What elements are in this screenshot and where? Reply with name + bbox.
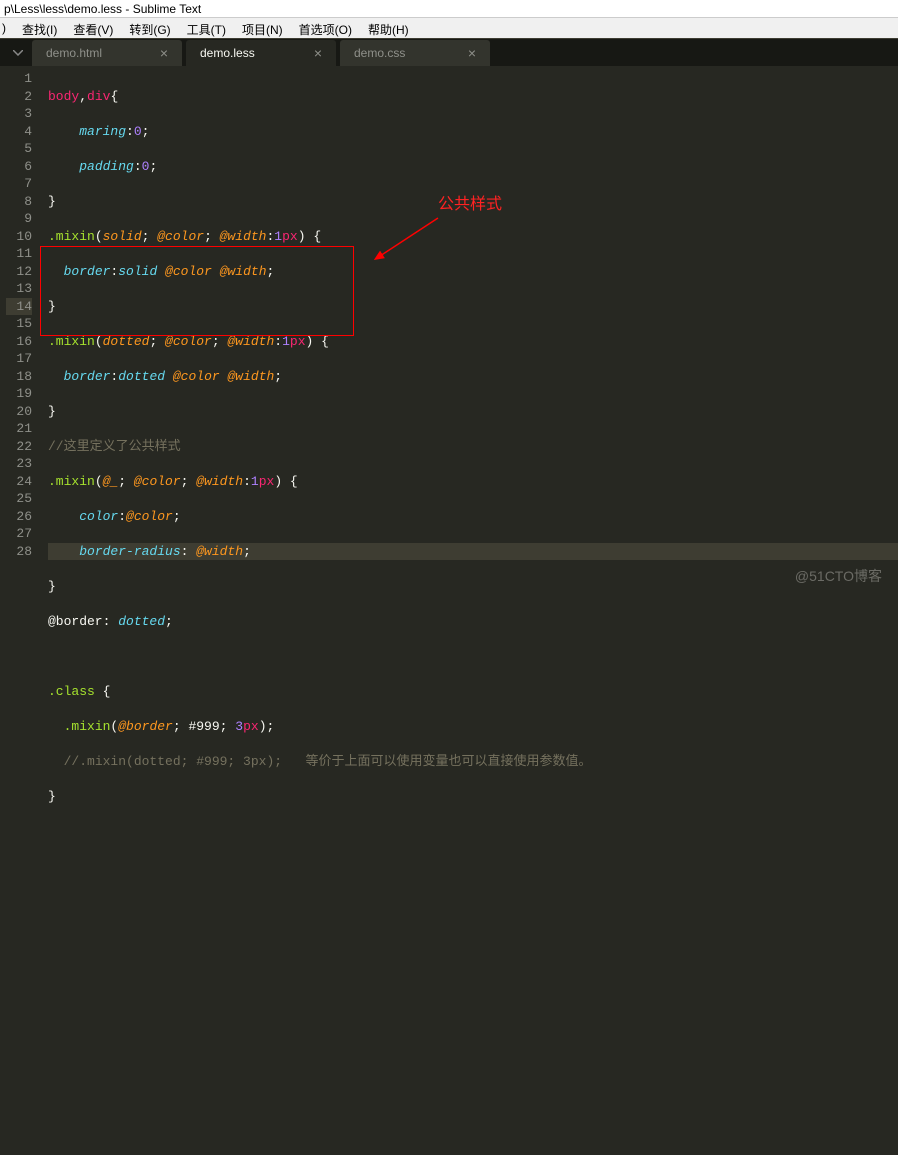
editor-area[interactable]: 1234567891011121314151617181920212223242…: [0, 66, 898, 594]
menu-project[interactable]: 项目(N): [234, 20, 291, 36]
token-selector: body: [48, 89, 79, 104]
tab-label: demo.css: [354, 46, 405, 60]
menu-view[interactable]: 查看(V): [65, 20, 121, 36]
line-number: 25: [6, 490, 32, 508]
tab-bar: demo.html × demo.less × demo.css ×: [0, 38, 898, 66]
menu-find[interactable]: 查找(I): [14, 20, 65, 36]
menu-bar: ) 查找(I) 查看(V) 转到(G) 工具(T) 项目(N) 首选项(O) 帮…: [0, 18, 898, 38]
line-number-gutter: 1234567891011121314151617181920212223242…: [0, 66, 44, 594]
line-number: 1: [6, 70, 32, 88]
line-number: 26: [6, 508, 32, 526]
line-number: 21: [6, 420, 32, 438]
tab-label: demo.html: [46, 46, 102, 60]
tab-demo-less[interactable]: demo.less ×: [186, 40, 336, 66]
line-number: 7: [6, 175, 32, 193]
line-number: 27: [6, 525, 32, 543]
line-number: 3: [6, 105, 32, 123]
close-icon[interactable]: ×: [160, 45, 168, 61]
line-number: 14: [6, 298, 32, 316]
window-title-bar: p\Less\less\demo.less - Sublime Text: [0, 0, 898, 18]
line-number: 20: [6, 403, 32, 421]
menu-help[interactable]: 帮助(H): [360, 20, 417, 36]
line-number: 22: [6, 438, 32, 456]
menu-preferences[interactable]: 首选项(O): [291, 20, 360, 36]
line-number: 23: [6, 455, 32, 473]
line-number: 5: [6, 140, 32, 158]
close-icon[interactable]: ×: [468, 45, 476, 61]
line-number: 8: [6, 193, 32, 211]
tab-demo-html[interactable]: demo.html ×: [32, 40, 182, 66]
line-number: 15: [6, 315, 32, 333]
line-number: 18: [6, 368, 32, 386]
menu-leading: ): [0, 20, 14, 36]
line-number: 24: [6, 473, 32, 491]
tab-demo-css[interactable]: demo.css ×: [340, 40, 490, 66]
window-title: p\Less\less\demo.less - Sublime Text: [4, 2, 201, 16]
line-number: 10: [6, 228, 32, 246]
line-number: 12: [6, 263, 32, 281]
line-number: 6: [6, 158, 32, 176]
line-number: 19: [6, 385, 32, 403]
line-number: 28: [6, 543, 32, 561]
line-number: 2: [6, 88, 32, 106]
line-number: 16: [6, 333, 32, 351]
line-number: 4: [6, 123, 32, 141]
code-area[interactable]: body,div{ maring:0; padding:0; } .mixin(…: [44, 66, 898, 594]
line-number: 11: [6, 245, 32, 263]
tab-label: demo.less: [200, 46, 255, 60]
close-icon[interactable]: ×: [314, 45, 322, 61]
line-number: 17: [6, 350, 32, 368]
token-comment: //.mixin(dotted; #999; 3px); 等价于上面可以使用变量…: [64, 754, 592, 769]
line-number: 9: [6, 210, 32, 228]
annotation-box: [40, 246, 354, 336]
tab-dropdown-icon[interactable]: [10, 45, 26, 61]
menu-tools[interactable]: 工具(T): [179, 20, 234, 36]
token-comment: //这里定义了公共样式: [48, 439, 181, 454]
menu-goto[interactable]: 转到(G): [121, 20, 178, 36]
line-number: 13: [6, 280, 32, 298]
